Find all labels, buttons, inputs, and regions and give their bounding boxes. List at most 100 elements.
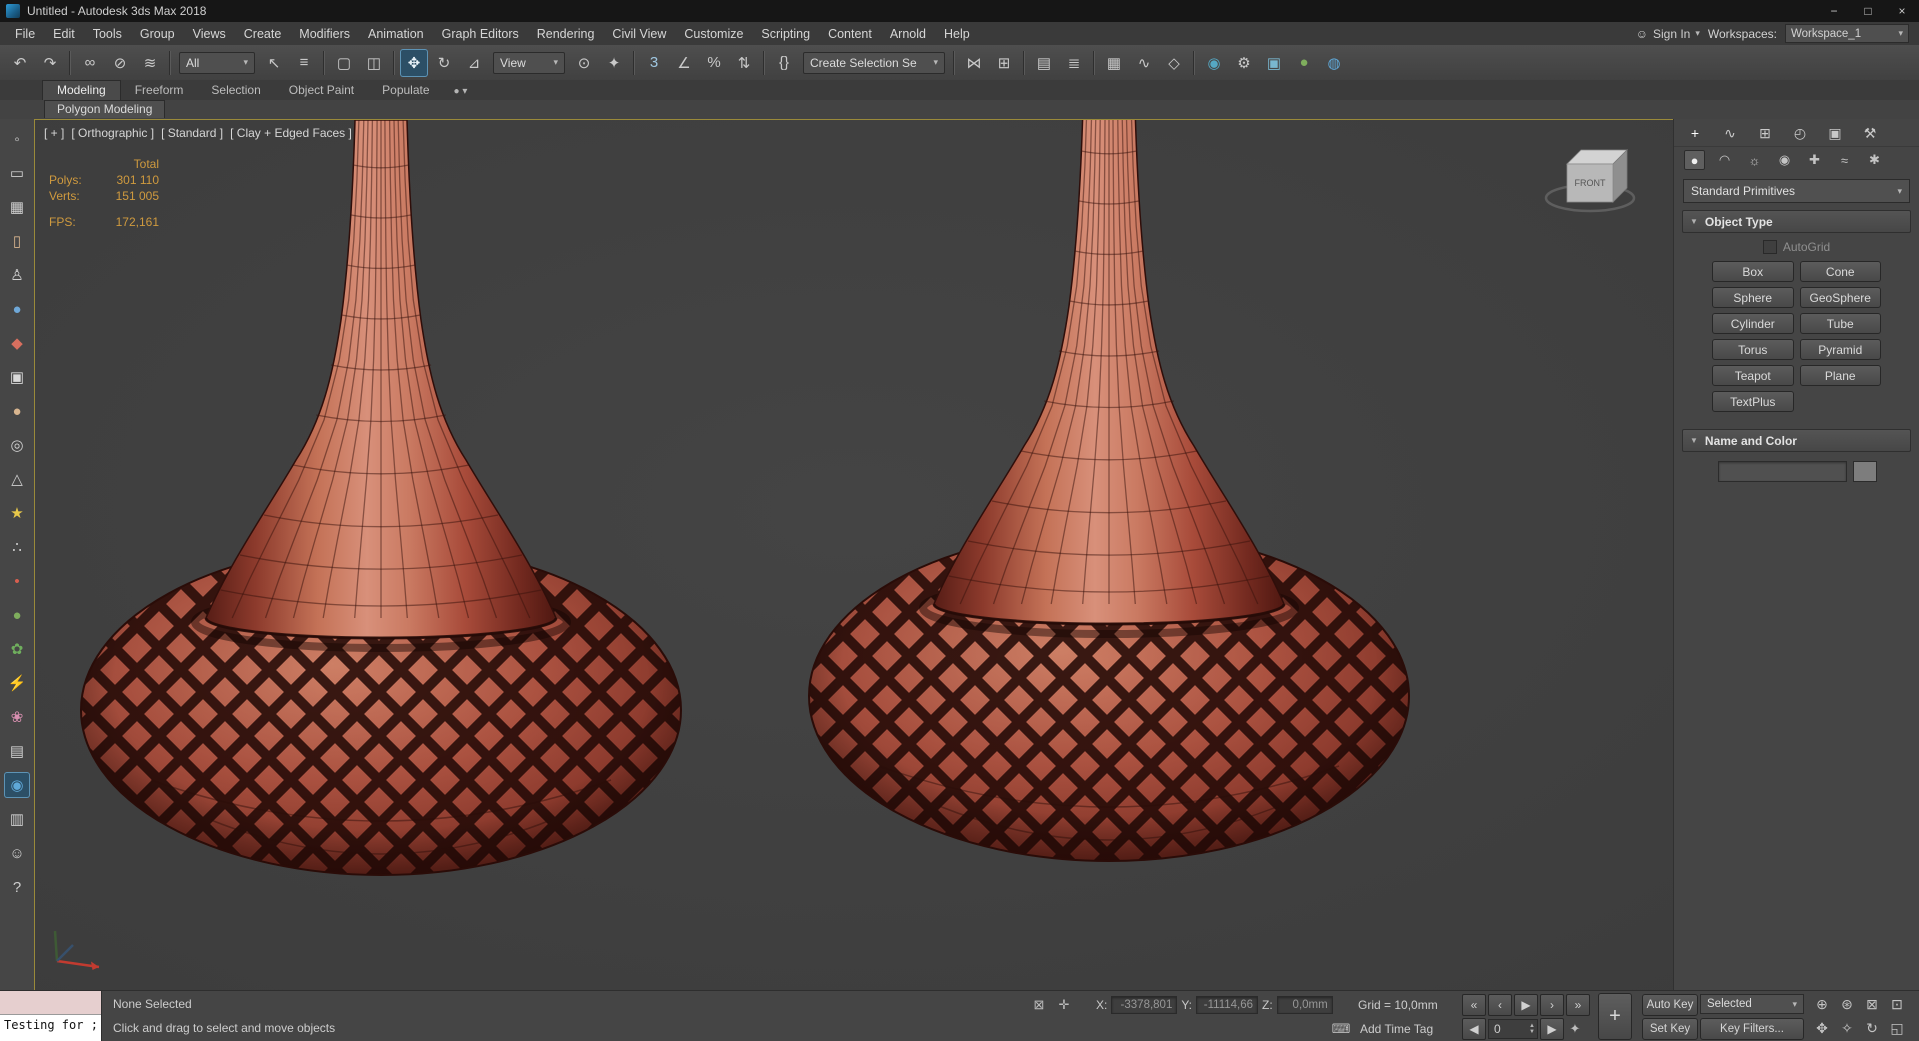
geometry-category-icon[interactable]: ● [1684, 150, 1705, 170]
render-iterative-icon[interactable]: ◍ [1320, 49, 1348, 77]
restore-button[interactable]: □ [1851, 0, 1885, 22]
viewport-canvas[interactable] [35, 120, 1673, 990]
redo-icon[interactable]: ↷ [36, 49, 64, 77]
foliage-icon[interactable]: ✿ [4, 636, 30, 662]
macro-recorder-pane[interactable] [0, 991, 101, 1015]
sphere-green-icon[interactable]: ● [4, 602, 30, 628]
sign-in-button[interactable]: ☺ Sign In ▾ [1636, 27, 1700, 41]
object-type-rollout-header[interactable]: ▼ Object Type [1682, 210, 1911, 233]
object-name-input[interactable] [1718, 461, 1847, 482]
curve-editor-icon[interactable]: ∿ [1130, 49, 1158, 77]
zoom-region-icon[interactable]: ⊡ [1885, 993, 1909, 1016]
spinner-snap-icon[interactable]: ⇅ [730, 49, 758, 77]
menu-item[interactable]: Tools [84, 22, 131, 45]
viewport-label-segment[interactable]: [ Standard ] [161, 126, 223, 140]
menu-item[interactable]: Modifiers [290, 22, 359, 45]
object-type-button[interactable]: Tube [1799, 313, 1881, 334]
previous-key-button[interactable]: ◀ [1462, 1018, 1486, 1040]
next-key-button[interactable]: ▶ [1540, 1018, 1564, 1040]
select-and-manipulate-icon[interactable]: ✦ [600, 49, 628, 77]
zoom-all-icon[interactable]: ⊛ [1835, 993, 1859, 1016]
pan-icon[interactable]: ✥ [1810, 1017, 1834, 1040]
render-production-icon[interactable]: ● [1290, 49, 1318, 77]
edit-named-selection-sets-icon[interactable]: {} [770, 49, 798, 77]
close-button[interactable]: × [1885, 0, 1919, 22]
listener-pane[interactable]: Testing for ; [0, 1015, 101, 1041]
percent-snap-icon[interactable]: % [700, 49, 728, 77]
viewcube[interactable]: FRONT [1535, 134, 1645, 229]
select-and-move-icon[interactable]: ✥ [400, 48, 428, 77]
x-coordinate-field[interactable]: -3378,801 [1111, 996, 1178, 1014]
menu-item[interactable]: Edit [44, 22, 84, 45]
menu-item[interactable]: File [6, 22, 44, 45]
object-type-button[interactable]: Pyramid [1799, 339, 1881, 360]
bind-to-space-warp-icon[interactable]: ≋ [136, 49, 164, 77]
torus-primitive-icon[interactable]: ◎ [4, 432, 30, 458]
select-by-name-icon[interactable]: ≡ [290, 49, 318, 77]
object-type-button[interactable]: Cylinder [1712, 313, 1794, 334]
separator[interactable] [69, 50, 71, 75]
selection-lock-icon[interactable]: ⊠ [1030, 996, 1048, 1014]
active-tool-icon[interactable]: ◉ [4, 772, 30, 798]
toggle-layer-explorer-icon[interactable]: ≣ [1060, 49, 1088, 77]
align-icon[interactable]: ⊞ [990, 49, 1018, 77]
scatter-icon[interactable]: ∴ [4, 534, 30, 560]
maximize-viewport-icon[interactable]: ◱ [1885, 1017, 1909, 1040]
auto-key-button[interactable]: Auto Key [1642, 994, 1698, 1016]
point-icon[interactable]: • [4, 568, 30, 594]
toggle-ribbon-icon[interactable]: ▦ [1100, 49, 1128, 77]
keyboard-override-toggle-icon[interactable]: ⌨ [1332, 1020, 1351, 1038]
window-crossing-icon[interactable]: ◫ [360, 49, 388, 77]
viewport-label-segment[interactable]: [ Orthographic ] [71, 126, 154, 140]
object-type-button[interactable]: Sphere [1712, 287, 1794, 308]
cameras-category-icon[interactable]: ◉ [1774, 150, 1795, 170]
motion-tab-icon[interactable]: ◴ [1789, 123, 1811, 143]
separator[interactable] [393, 50, 395, 75]
separator[interactable] [1193, 50, 1195, 75]
z-coordinate-field[interactable]: 0,0mm [1276, 996, 1333, 1014]
object-color-swatch[interactable] [1853, 461, 1877, 482]
selection-set-dropdown[interactable]: Selected ▾ [1700, 994, 1804, 1014]
select-and-link-icon[interactable]: ∞ [76, 49, 104, 77]
help-icon[interactable]: ? [4, 874, 30, 900]
workspace-dropdown[interactable]: Workspace_1 ▾ [1785, 24, 1909, 43]
menu-item[interactable]: Rendering [528, 22, 604, 45]
cylinder-primitive-icon[interactable]: ▯ [4, 228, 30, 254]
spinner-arrows[interactable]: ▲ ▼ [1529, 1023, 1537, 1035]
character-icon[interactable]: ☺ [4, 840, 30, 866]
create-tab-icon[interactable]: + [1684, 123, 1706, 143]
separator[interactable] [1023, 50, 1025, 75]
object-type-button[interactable]: Teapot [1712, 365, 1794, 386]
use-pivot-center-icon[interactable]: ⊙ [570, 49, 598, 77]
star-shape-icon[interactable]: ★ [4, 500, 30, 526]
minimize-button[interactable]: − [1817, 0, 1851, 22]
named-selection-sets-dropdown[interactable]: Create Selection Se ▾ [803, 51, 945, 74]
object-type-button[interactable]: TextPlus [1712, 391, 1794, 412]
primitives-dropdown[interactable]: Standard Primitives ▾ [1683, 179, 1910, 203]
undo-icon[interactable]: ↶ [6, 49, 34, 77]
material-editor-icon[interactable]: ◉ [1200, 49, 1228, 77]
play-button[interactable]: ▶ [1514, 994, 1538, 1016]
add-time-tag[interactable]: Add Time Tag [1360, 1022, 1433, 1036]
next-frame-button[interactable]: › [1540, 994, 1564, 1016]
viewport-label-segment[interactable]: [ Clay + Edged Faces ] [230, 126, 352, 140]
angle-snap-icon[interactable]: ∠ [670, 49, 698, 77]
menu-item[interactable]: Animation [359, 22, 433, 45]
previous-frame-button[interactable]: ‹ [1488, 994, 1512, 1016]
orbit-icon[interactable]: ↻ [1860, 1017, 1884, 1040]
rendered-frame-window-icon[interactable]: ▣ [1260, 49, 1288, 77]
separator[interactable] [953, 50, 955, 75]
box-primitive-icon[interactable]: ▣ [4, 364, 30, 390]
go-to-start-button[interactable]: « [1462, 994, 1486, 1016]
select-and-rotate-icon[interactable]: ↻ [430, 49, 458, 77]
select-object-icon[interactable]: ↖ [260, 49, 288, 77]
menu-item[interactable]: Arnold [881, 22, 935, 45]
marker-icon[interactable]: ◆ [4, 330, 30, 356]
polygon-modeling-panel-tab[interactable]: Polygon Modeling [44, 100, 166, 118]
reference-coordinate-dropdown[interactable]: View ▾ [493, 51, 565, 74]
modify-tab-icon[interactable]: ∿ [1719, 123, 1741, 143]
walk-through-icon[interactable]: ✧ [1835, 1017, 1859, 1040]
frame-spinner[interactable]: 0 ▲ ▼ [1488, 1019, 1538, 1039]
autogrid-checkbox[interactable] [1762, 240, 1777, 254]
helpers-category-icon[interactable]: ✚ [1804, 150, 1825, 170]
